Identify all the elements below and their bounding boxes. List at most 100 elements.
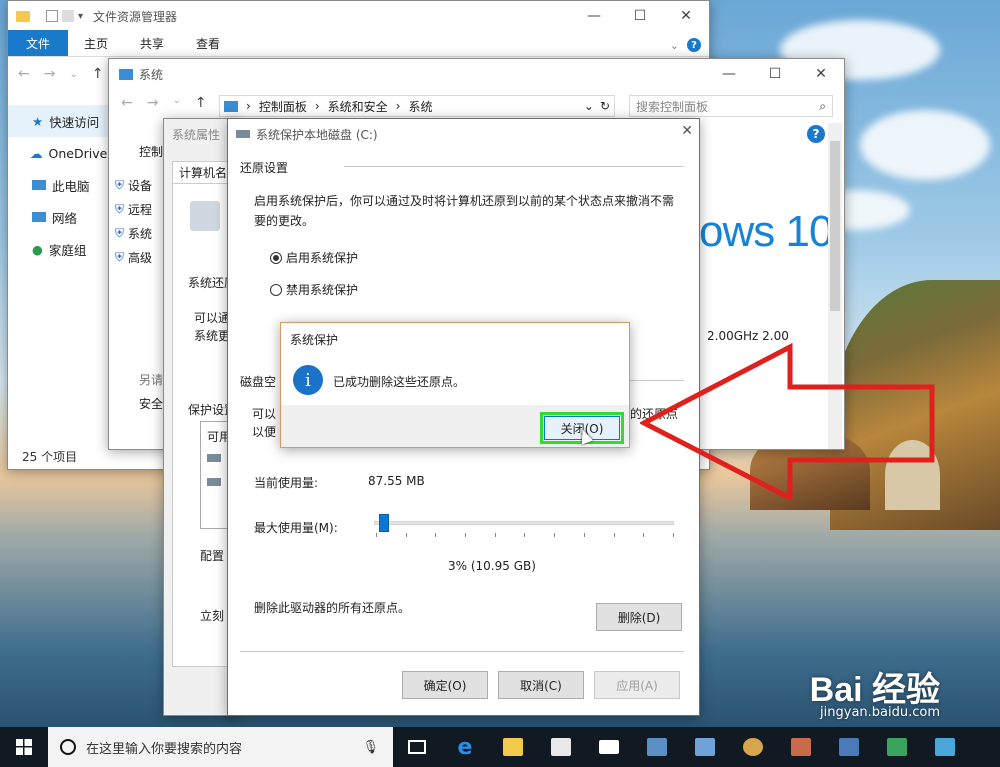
help-icon[interactable]: ? <box>807 125 825 143</box>
network-icon <box>32 212 46 222</box>
microphone-icon[interactable]: 🎙 <box>362 740 379 755</box>
app-icon[interactable] <box>873 727 921 767</box>
nav-item-quick-access[interactable]: ★ 快速访问 <box>8 105 110 137</box>
forward-arrow-icon[interactable]: → <box>147 95 159 111</box>
radio-disable-protection[interactable]: 禁用系统保护 <box>270 281 358 298</box>
search-input[interactable]: 搜索控制面板 ⌕ <box>629 95 833 117</box>
tab-view[interactable]: 查看 <box>180 31 236 56</box>
maximize-button[interactable]: ☐ <box>617 1 663 31</box>
apply-button[interactable]: 应用(A) <box>594 671 680 699</box>
nav-item-this-pc[interactable]: 此电脑 <box>8 169 110 201</box>
max-usage-slider[interactable] <box>374 514 674 532</box>
scrollbar-thumb[interactable] <box>830 141 840 311</box>
chevron-right-icon: › <box>395 99 401 113</box>
forward-arrow-icon[interactable]: → <box>44 66 56 82</box>
ok-button[interactable]: 确定(O) <box>402 671 488 699</box>
message-text: 已成功删除这些还原点。 <box>333 375 466 389</box>
nav-item-onedrive[interactable]: ☁ OneDrive <box>8 137 110 169</box>
properties-icon[interactable] <box>46 10 58 22</box>
cortana-icon <box>60 739 76 755</box>
tab-home[interactable]: 主页 <box>68 31 124 56</box>
message-box-title: 系统保护 <box>290 332 339 347</box>
mail-icon[interactable] <box>585 727 633 767</box>
radio-enable-protection[interactable]: 启用系统保护 <box>270 249 358 266</box>
disk-space-title: 磁盘空 <box>240 375 277 389</box>
folder-icon <box>16 10 30 22</box>
shield-icon: ⛨ <box>115 249 125 264</box>
breadcrumb-item[interactable]: 系统和安全 <box>328 98 388 115</box>
system-title: 系统 <box>139 67 164 82</box>
taskbar-search-box[interactable]: 在这里输入你要搜索的内容 🎙 <box>48 727 393 767</box>
radio-button-unchecked[interactable] <box>270 283 282 296</box>
breadcrumb-item[interactable]: 系统 <box>408 98 432 115</box>
minimize-button[interactable]: — <box>706 59 752 89</box>
ribbon-tabs: 文件 主页 共享 查看 ⌄ ? <box>8 30 709 57</box>
maximize-button[interactable]: ☐ <box>752 59 798 89</box>
address-bar[interactable]: › 控制面板 › 系统和安全 › 系统 ⌄ ↻ <box>219 95 615 117</box>
group-divider <box>344 166 684 167</box>
system-icon <box>119 68 133 80</box>
baidu-watermark-url: jingyan.baidu.com <box>820 705 940 720</box>
current-usage-value: 87.55 MB <box>368 474 425 488</box>
start-button[interactable] <box>0 727 48 767</box>
app-icon[interactable] <box>681 727 729 767</box>
close-button[interactable]: ✕ <box>681 123 693 139</box>
minimize-button[interactable]: — <box>571 1 617 31</box>
status-bar-count: 25 个项目 <box>22 450 78 464</box>
store-icon[interactable] <box>537 727 585 767</box>
chevron-down-icon[interactable]: ⌄ <box>69 69 77 80</box>
close-button[interactable]: ✕ <box>663 1 709 31</box>
nav-item-label: 网络 <box>52 210 78 226</box>
new-folder-icon[interactable] <box>62 10 74 22</box>
nav-item-label: OneDrive <box>48 145 108 161</box>
slider-thumb[interactable] <box>379 514 389 532</box>
address-controls: ⌄ ↻ <box>584 99 614 113</box>
back-arrow-icon[interactable]: ← <box>18 66 30 82</box>
chevron-down-icon[interactable]: ⌄ <box>172 95 180 111</box>
sidebar-link-label: 高级 <box>128 250 153 265</box>
paint-icon[interactable] <box>729 727 777 767</box>
file-explorer-taskbar-icon[interactable] <box>489 727 537 767</box>
sysprop-pc-icon <box>190 201 220 231</box>
delete-button[interactable]: 删除(D) <box>596 603 682 631</box>
configure-label: 配置 <box>200 549 225 563</box>
nav-item-label: 家庭组 <box>48 242 87 258</box>
edge-browser-icon[interactable]: e <box>441 727 489 767</box>
shield-icon: ⛨ <box>115 177 125 192</box>
app-icon[interactable] <box>825 727 873 767</box>
nav-item-label: 此电脑 <box>52 178 90 194</box>
refresh-icon[interactable]: ↻ <box>600 99 610 113</box>
nav-item-homegroup[interactable]: ● 家庭组 <box>8 233 110 265</box>
restore-text: 系统更 <box>194 329 231 343</box>
tab-share[interactable]: 共享 <box>124 31 180 56</box>
sidebar-link-label: 设备 <box>128 178 153 193</box>
computer-icon <box>32 180 46 190</box>
back-arrow-icon[interactable]: ← <box>121 95 133 111</box>
up-arrow-icon[interactable]: ↑ <box>92 66 104 82</box>
chevron-down-icon[interactable]: ⌄ <box>584 99 594 113</box>
restore-description: 启用系统保护后，你可以通过及时将计算机还原到以前的某个状态点来撤消不需要的更改。 <box>254 194 675 228</box>
chevron-down-icon[interactable]: ⌄ <box>670 39 679 52</box>
tab-file[interactable]: 文件 <box>8 30 69 56</box>
cancel-button[interactable]: 取消(C) <box>498 671 584 699</box>
task-view-icon[interactable] <box>393 727 441 767</box>
ribbon-right: ⌄ ? <box>670 38 709 56</box>
app-icon[interactable] <box>633 727 681 767</box>
radio-label: 启用系统保护 <box>286 251 359 265</box>
info-icon: i <box>293 365 323 395</box>
radio-button-checked[interactable] <box>270 251 282 264</box>
app-icon[interactable] <box>921 727 969 767</box>
help-icon[interactable]: ? <box>687 38 701 52</box>
breadcrumb-item[interactable]: 控制面板 <box>259 98 307 115</box>
nav-item-network[interactable]: 网络 <box>8 201 110 233</box>
search-icon[interactable]: ⌕ <box>819 99 826 114</box>
up-arrow-icon[interactable]: ↑ <box>195 95 207 111</box>
caption-buttons: — ☐ ✕ <box>706 59 844 89</box>
max-usage-label: 最大使用量(M): <box>254 521 338 535</box>
chevron-down-icon[interactable]: ▾ <box>78 11 83 22</box>
app-icon[interactable] <box>777 727 825 767</box>
max-usage-value: 3% (10.95 GB) <box>448 559 536 573</box>
create-label: 立刻 <box>200 609 225 623</box>
nav-item-label: 快速访问 <box>49 114 100 130</box>
close-button[interactable]: ✕ <box>798 59 844 89</box>
